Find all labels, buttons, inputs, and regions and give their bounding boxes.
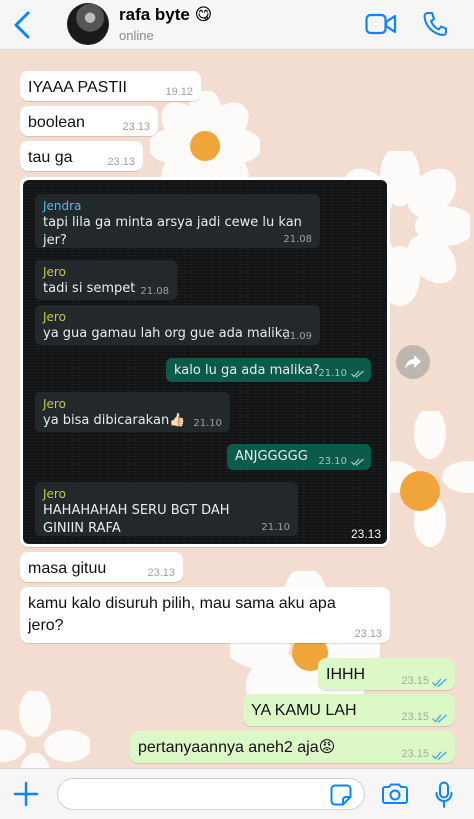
message-time: 23.13: [122, 121, 150, 133]
inner-time: 21.09: [283, 331, 312, 342]
message-time: 23.15: [401, 748, 429, 760]
inner-text: tapi lila ga minta arsya jadi cewe lu ka…: [43, 215, 302, 248]
inner-sender: Jero: [43, 397, 66, 411]
message-bubble-incoming[interactable]: tau ga 23.13: [20, 141, 143, 171]
inner-bubble: Jendra tapi lila ga minta arsya jadi cew…: [35, 194, 320, 248]
message-text: boolean: [28, 114, 85, 131]
inner-time: 21.10: [318, 368, 347, 379]
chevron-left-icon[interactable]: [10, 10, 36, 40]
message-bubble-outgoing[interactable]: IHHH 23.15: [318, 658, 455, 690]
inner-bubble-outgoing: kalo lu ga ada malika? 21.10: [166, 358, 371, 382]
read-ticks-icon: [351, 370, 364, 378]
flower-wallpaper-decoration: [0, 691, 90, 768]
message-time: 23.13: [147, 567, 175, 579]
chat-header: rafa byte 😋 online: [0, 0, 474, 50]
inner-sender: Jero: [43, 487, 66, 501]
inner-bubble: Jero HAHAHAHAH SERU BGT DAH GINIIN RAFA …: [35, 482, 298, 536]
microphone-icon[interactable]: [435, 781, 453, 809]
read-ticks-icon: [432, 678, 447, 687]
message-text: YA KAMU LAH: [251, 702, 357, 719]
message-time: 19.12: [165, 86, 193, 98]
plus-icon[interactable]: [13, 781, 39, 807]
inner-time: 23.10: [318, 456, 347, 467]
inner-sender: Jero: [43, 310, 66, 324]
message-bubble-incoming[interactable]: boolean 23.13: [20, 106, 158, 136]
inner-bubble: Jero tadi si sempet 21.08: [35, 260, 177, 300]
message-time: 23.13: [354, 628, 382, 640]
forward-button[interactable]: [396, 345, 430, 379]
message-bubble-incoming[interactable]: masa gituu 23.13: [20, 552, 183, 582]
message-text: pertanyaannya aneh2 aja😡: [138, 739, 336, 756]
chat-area[interactable]: IYAAA PASTII 19.12 boolean 23.13 tau ga …: [0, 51, 474, 768]
message-bubble-incoming[interactable]: IYAAA PASTII 19.12: [20, 71, 201, 101]
message-text: kamu kalo disuruh pilih, mau sama aku ap…: [28, 595, 336, 634]
input-bar: [0, 768, 474, 819]
message-text: masa gituu: [28, 560, 107, 577]
message-time: 23.13: [107, 156, 135, 168]
inner-sender: Jero: [43, 265, 66, 279]
screenshot-image[interactable]: Jendra tapi lila ga minta arsya jadi cew…: [23, 180, 387, 544]
read-ticks-icon: [432, 751, 447, 760]
message-text: IHHH: [326, 666, 366, 683]
sticker-icon[interactable]: [330, 784, 352, 806]
message-bubble-outgoing[interactable]: pertanyaannya aneh2 aja😡 23.15: [130, 731, 455, 763]
contact-emoji: 😋: [194, 5, 213, 24]
contact-status: online: [119, 28, 154, 43]
message-bubble-outgoing[interactable]: YA KAMU LAH 23.15: [243, 694, 455, 726]
contact-name[interactable]: rafa byte 😋: [119, 5, 212, 25]
message-time: 23.15: [401, 675, 429, 687]
inner-text: ya gua gamau lah org gue ada malika: [43, 326, 291, 341]
video-camera-icon[interactable]: [365, 13, 397, 35]
inner-time: 21.08: [283, 234, 312, 245]
avatar[interactable]: [67, 3, 109, 45]
read-ticks-icon: [351, 458, 364, 466]
inner-time: 21.08: [140, 286, 169, 297]
message-time: 23.15: [401, 711, 429, 723]
forward-arrow-icon: [405, 355, 421, 369]
phone-icon[interactable]: [423, 11, 447, 37]
message-text: IYAAA PASTII: [28, 79, 127, 96]
message-input[interactable]: [57, 778, 365, 810]
image-time: 23.13: [350, 527, 381, 541]
flower-wallpaper-decoration: [380, 411, 474, 547]
inner-time: 21.10: [261, 522, 290, 533]
message-bubble-incoming[interactable]: kamu kalo disuruh pilih, mau sama aku ap…: [20, 587, 390, 643]
read-ticks-icon: [432, 714, 447, 723]
camera-icon[interactable]: [381, 783, 409, 805]
message-text: tau ga: [28, 149, 73, 166]
inner-time: 21.10: [193, 418, 222, 429]
inner-bubble-outgoing: ANJGGGGG 23.10: [227, 444, 371, 470]
inner-text: HAHAHAHAH SERU BGT DAH GINIIN RAFA: [43, 503, 230, 536]
inner-bubble: Jero ya bisa dibicarakan👍🏻 21.10: [35, 392, 230, 432]
inner-bubble: Jero ya gua gamau lah org gue ada malika…: [35, 305, 320, 345]
inner-sender: Jendra: [43, 199, 82, 213]
image-message[interactable]: Jendra tapi lila ga minta arsya jadi cew…: [20, 177, 390, 547]
